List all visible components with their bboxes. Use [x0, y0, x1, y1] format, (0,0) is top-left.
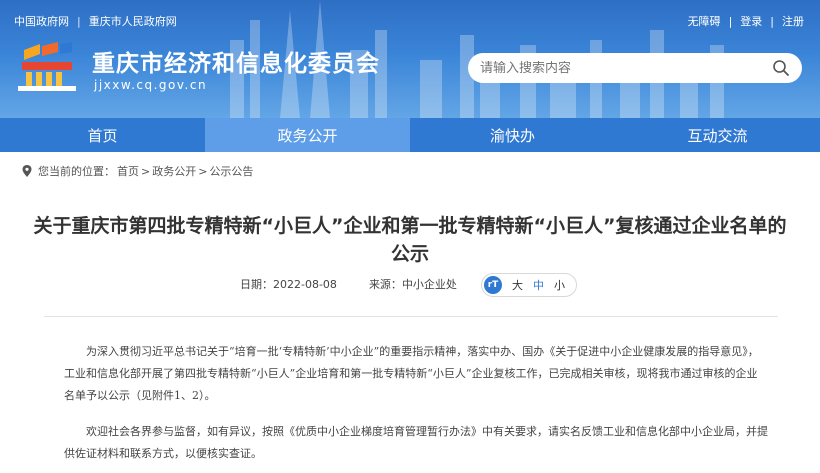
article-paragraph-1: 为深入贯彻习近平总书记关于“培育一批‘专精特新’中小企业”的重要指示精神，落实中…: [64, 345, 759, 402]
site-domain: jjxxw.cq.gov.cn: [94, 78, 208, 92]
link-cq-gov[interactable]: 重庆市人民政府网: [89, 13, 177, 29]
top-links: 中国政府网 | 重庆市人民政府网: [14, 13, 177, 29]
source-label: 来源：: [368, 278, 402, 291]
link-separator: |: [770, 14, 774, 28]
search-box: [468, 53, 802, 83]
nav-item-interaction[interactable]: 互动交流: [615, 118, 820, 152]
site-title[interactable]: 重庆市经济和信息化委员会: [92, 44, 380, 78]
font-size-icon: rT: [484, 276, 502, 294]
search-input[interactable]: [480, 60, 772, 76]
article-source: 中小企业处: [401, 278, 457, 291]
font-size-small-button[interactable]: 小: [554, 277, 565, 293]
accessibility-link[interactable]: 无障碍: [688, 13, 721, 29]
breadcrumb-separator: >: [141, 164, 151, 178]
register-link[interactable]: 注册: [782, 13, 804, 29]
breadcrumb-separator: >: [198, 164, 208, 178]
breadcrumb-government-affairs[interactable]: 政务公开: [152, 163, 196, 179]
user-links: 无障碍 | 登录 | 注册: [688, 13, 804, 29]
article-meta: 日期： 2022-08-08 来源： 中小企业处: [240, 276, 457, 292]
font-size-switcher: rT 大 中 小: [481, 273, 577, 297]
article-title: 关于重庆市第四批专精特新“小巨人”企业和第一批专精特新“小巨人”复核通过企业名单…: [33, 215, 787, 265]
breadcrumb-announcements[interactable]: 公示公告: [209, 163, 253, 179]
site-logo-icon[interactable]: [14, 40, 80, 96]
nav-item-yukuaiban[interactable]: 渝快办: [410, 118, 615, 152]
breadcrumb: 您当前的位置： 首页 > 政务公开 > 公示公告: [22, 163, 253, 179]
nav-item-government-affairs[interactable]: 政务公开: [205, 118, 410, 152]
meta-divider: [44, 316, 778, 317]
login-link[interactable]: 登录: [740, 13, 762, 29]
location-pin-icon: [22, 165, 32, 177]
site-header: 中国政府网 | 重庆市人民政府网 无障碍 | 登录 | 注册 重庆市经济和信息化…: [0, 0, 820, 118]
date-label: 日期：: [240, 278, 273, 291]
breadcrumb-prefix: 您当前的位置：: [38, 165, 115, 178]
article-paragraph-2: 欢迎社会各界参与监督，如有异议，按照《优质中小企业梯度培育管理暂行办法》中有关要…: [64, 425, 768, 460]
nav-item-home[interactable]: 首页: [0, 118, 205, 152]
link-separator: |: [728, 14, 733, 28]
search-icon[interactable]: [772, 59, 790, 77]
font-size-large-button[interactable]: 大: [512, 277, 523, 293]
article-date: 2022-08-08: [273, 277, 337, 291]
breadcrumb-home[interactable]: 首页: [117, 163, 139, 179]
link-gov-cn[interactable]: 中国政府网: [14, 13, 69, 29]
font-size-medium-button[interactable]: 中: [533, 277, 544, 293]
link-separator: |: [77, 14, 81, 28]
main-nav: 首页 政务公开 渝快办 互动交流: [0, 118, 820, 152]
